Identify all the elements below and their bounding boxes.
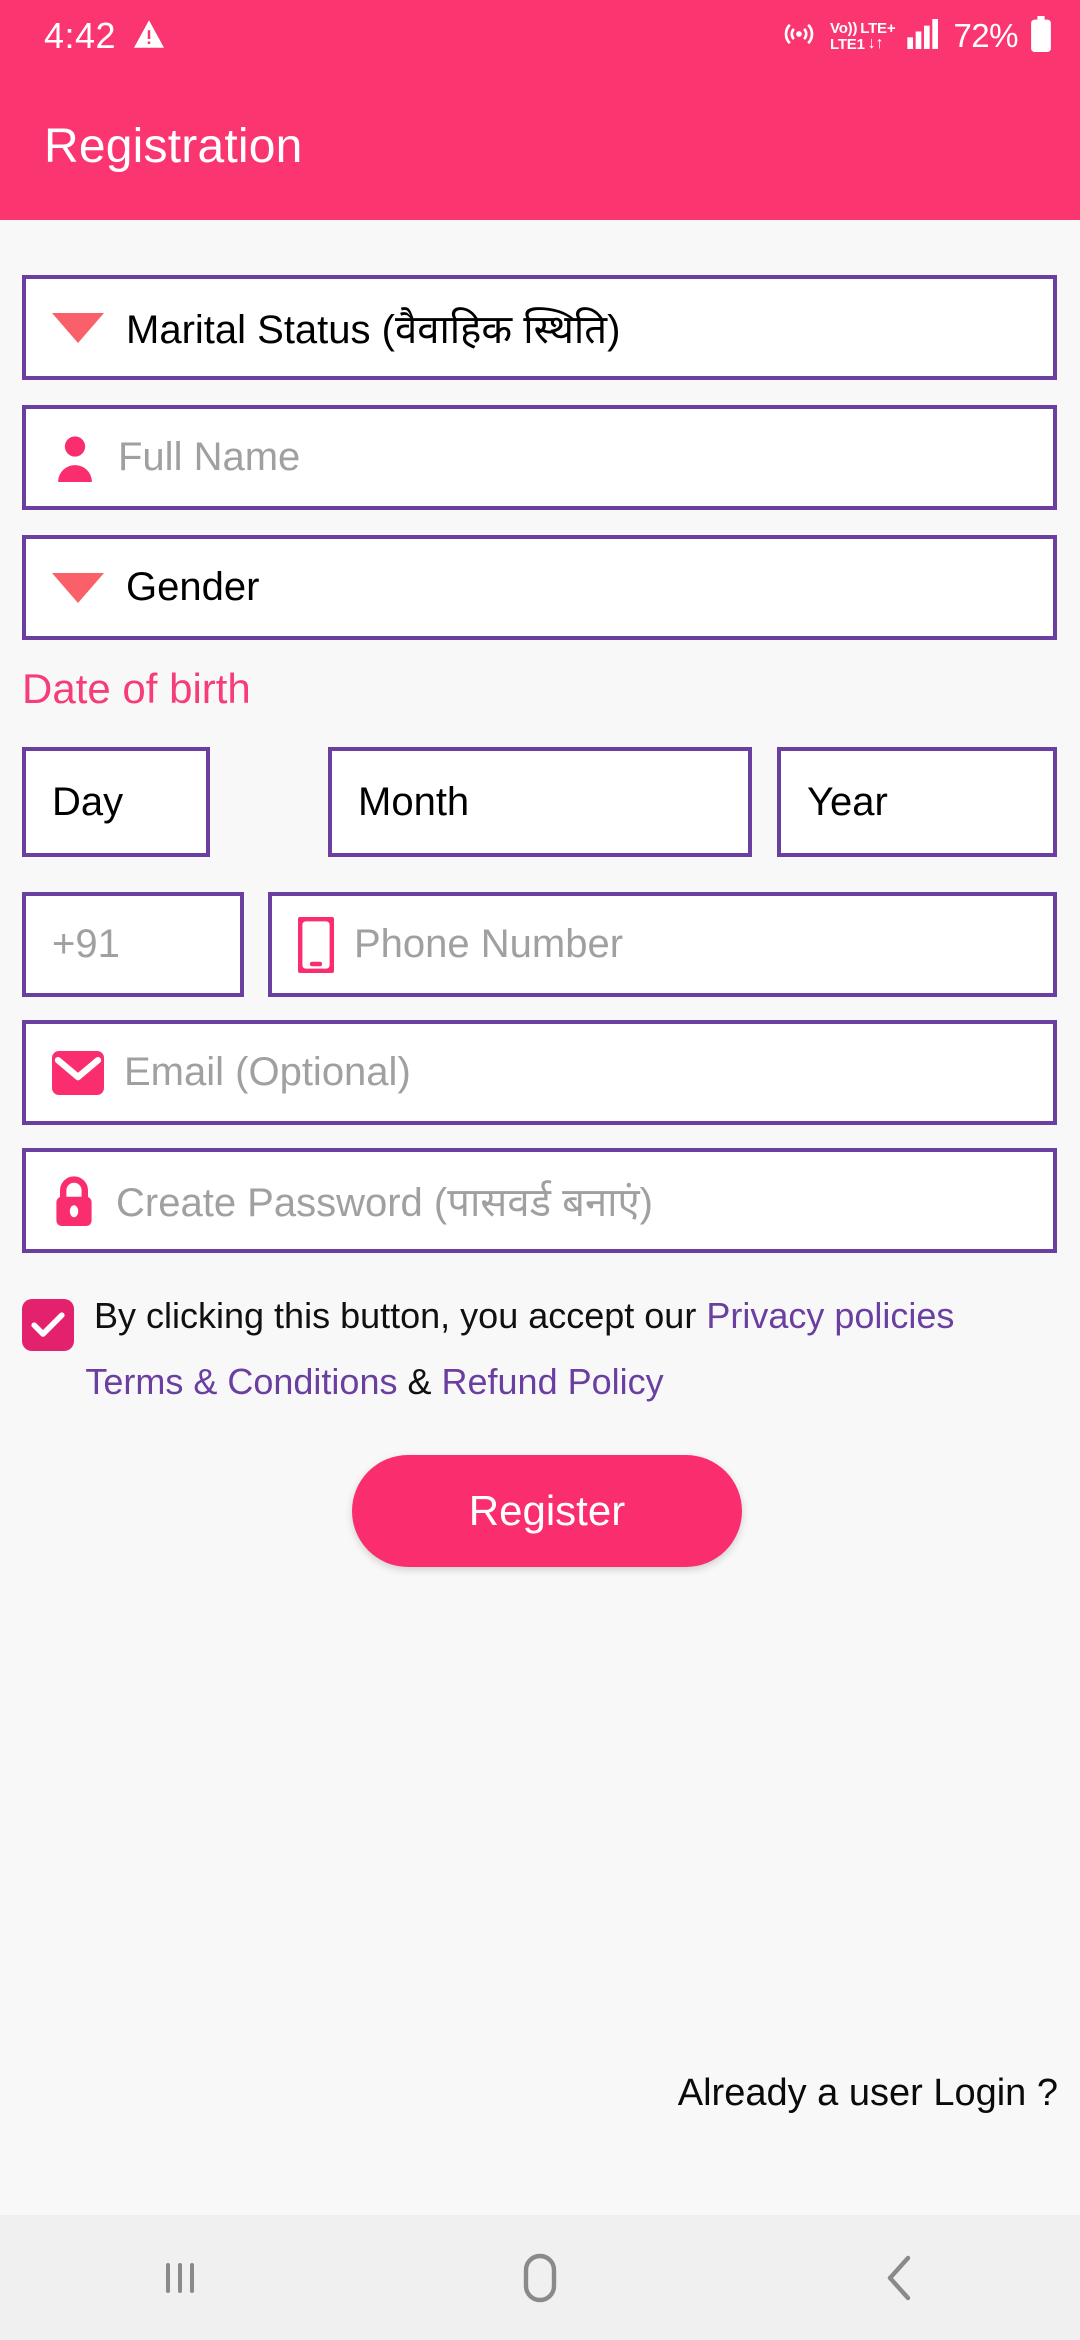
terms-text: By clicking this button, you accept our …	[94, 1293, 954, 1339]
status-bar: 4:42 Vo)) LTE+ LTE1 ↓↑ 72%	[0, 0, 1080, 72]
app-bar: Registration	[0, 72, 1080, 220]
home-icon[interactable]	[450, 2215, 630, 2340]
password-input[interactable]: Create Password (पासवर्ड बनाएं)	[22, 1148, 1057, 1253]
volte-label: Vo))	[830, 19, 858, 37]
person-icon	[52, 433, 98, 483]
dob-year-input[interactable]: Year	[777, 747, 1057, 857]
warning-triangle-icon	[134, 19, 165, 53]
dob-month-input[interactable]: Month	[328, 747, 752, 857]
privacy-policies-link[interactable]: Privacy policies	[706, 1295, 954, 1336]
marital-status-dropdown[interactable]: Marital Status (वैवाहिक स्थिति)	[22, 275, 1057, 380]
terms-conditions-link[interactable]: Terms & Conditions	[85, 1361, 397, 1402]
status-bar-left: 4:42	[44, 15, 165, 57]
terms-line-one: By clicking this button, you accept our …	[22, 1293, 1057, 1351]
status-time: 4:42	[44, 15, 117, 56]
country-code-input[interactable]: +91	[22, 892, 244, 997]
dob-year-value: Year	[807, 779, 888, 824]
date-of-birth-label: Date of birth	[22, 665, 251, 712]
back-icon[interactable]	[810, 2215, 990, 2340]
android-nav-bar	[0, 2215, 1080, 2340]
refund-policy-link[interactable]: Refund Policy	[442, 1361, 664, 1402]
page-title: Registration	[44, 119, 303, 173]
battery-icon	[1030, 15, 1052, 57]
terms-checkbox[interactable]	[22, 1299, 74, 1351]
registration-form: Marital Status (वैवाहिक स्थिति) Full Nam…	[0, 220, 1080, 2215]
terms-block: By clicking this button, you accept our …	[22, 1293, 1057, 1405]
already-user-login-link[interactable]: Already a user Login ?	[678, 2072, 1058, 2115]
gender-dropdown[interactable]: Gender	[22, 535, 1057, 640]
password-placeholder: Create Password (पासवर्ड बनाएं)	[116, 1181, 653, 1225]
gender-label: Gender	[126, 565, 260, 609]
status-bar-right: Vo)) LTE+ LTE1 ↓↑ 72%	[780, 15, 1052, 58]
network-indicator: Vo)) LTE+ LTE1 ↓↑	[830, 19, 896, 53]
email-input[interactable]: Email (Optional)	[22, 1020, 1057, 1125]
lock-icon	[52, 1174, 96, 1228]
dob-month-value: Month	[358, 779, 470, 824]
lte1-label: LTE1	[830, 35, 865, 53]
terms-line-two: Terms & Conditions & Refund Policy	[22, 1359, 1057, 1405]
phone-number-input[interactable]: Phone Number	[268, 892, 1057, 997]
dropdown-triangle-icon	[52, 312, 104, 343]
country-code-placeholder: +91	[52, 922, 120, 966]
recents-icon[interactable]	[90, 2215, 270, 2340]
terms-intro-text: By clicking this button, you accept our	[94, 1295, 707, 1336]
email-placeholder: Email (Optional)	[124, 1050, 411, 1094]
envelope-icon	[52, 1050, 104, 1095]
lte-plus-label: LTE+	[860, 19, 896, 37]
signal-bars-icon	[907, 18, 941, 54]
full-name-input[interactable]: Full Name	[22, 405, 1057, 510]
dropdown-triangle-icon	[52, 572, 104, 603]
register-button[interactable]: Register	[352, 1455, 742, 1567]
marital-status-label: Marital Status (वैवाहिक स्थिति)	[126, 308, 621, 352]
data-arrows-icon: ↓↑	[867, 34, 884, 52]
phone-number-placeholder: Phone Number	[354, 922, 624, 966]
dob-day-input[interactable]: Day	[22, 747, 210, 857]
dob-day-value: Day	[52, 779, 124, 824]
smartphone-icon	[298, 916, 334, 973]
terms-separator: &	[397, 1361, 442, 1402]
battery-percent: 72%	[953, 17, 1018, 54]
full-name-placeholder: Full Name	[118, 435, 301, 479]
hotspot-icon	[780, 15, 818, 58]
